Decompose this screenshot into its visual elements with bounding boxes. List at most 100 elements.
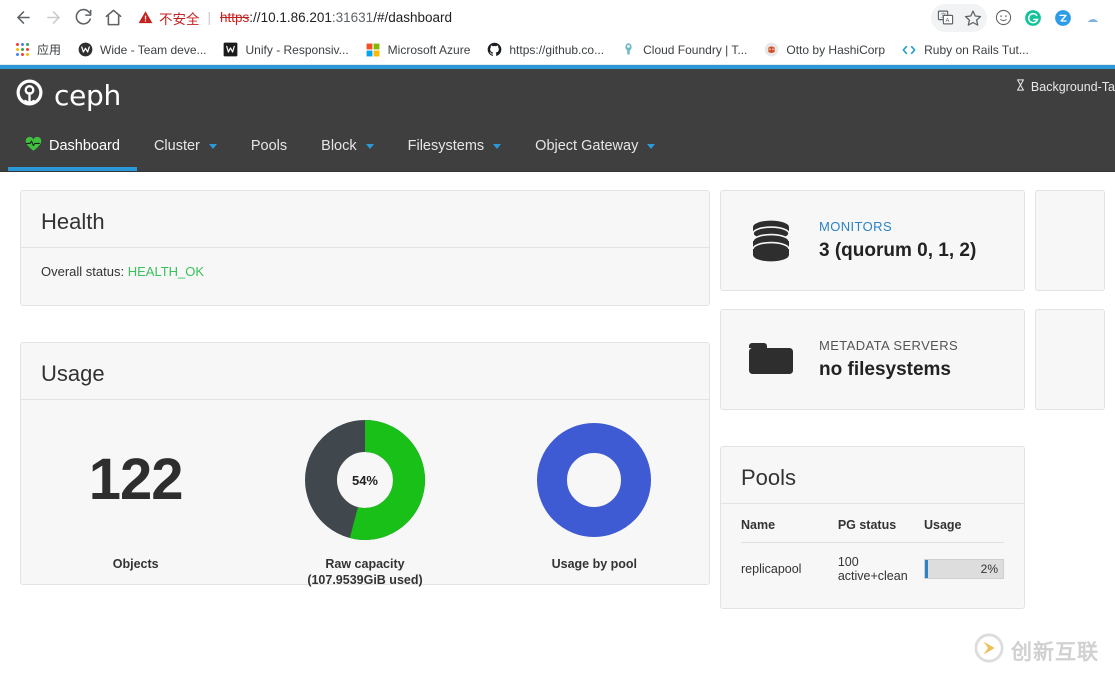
offscreen-tile-1[interactable]	[1035, 190, 1105, 291]
monitors-tile-text: MONITORS 3 (quorum 0, 1, 2)	[819, 219, 976, 262]
avatar-icon[interactable]	[1079, 4, 1107, 32]
nav-item-filesystems[interactable]: Filesystems	[391, 121, 519, 171]
bookmark-label: Otto by HashiCorp	[786, 43, 885, 57]
url-scheme: https	[220, 10, 249, 25]
database-stack-icon	[743, 215, 799, 267]
url-host: 10.1.86.201	[261, 10, 332, 25]
bookmark-label: Cloud Foundry | T...	[643, 43, 747, 57]
not-secure-label: 不安全	[159, 8, 200, 28]
bookmark-microsoft-azure[interactable]: Microsoft Azure	[357, 38, 479, 62]
pool-usage-bar: 2%	[924, 559, 1004, 579]
apps-grid-icon	[14, 42, 30, 58]
main-navigation: Dashboard Cluster Pools Block Filesystem…	[0, 121, 1115, 172]
dashboard-middle-column: MONITORS 3 (quorum 0, 1, 2) METADATA SER…	[710, 190, 1025, 609]
app-header: ceph Background-Ta	[0, 69, 1115, 121]
bookmark-label: Microsoft Azure	[388, 43, 471, 57]
code-brackets-icon	[901, 42, 917, 58]
monitors-heading[interactable]: MONITORS	[819, 219, 976, 234]
pools-col-name[interactable]: Name	[741, 504, 838, 543]
pool-usage-cell: 2%	[924, 543, 1004, 596]
metadata-servers-value: no filesystems	[819, 359, 958, 381]
raw-capacity-chart[interactable]: 54% Raw capacity (107.9539GiB used)	[250, 420, 479, 587]
objects-count: 122	[89, 420, 183, 540]
extension-circle-icon[interactable]	[989, 4, 1017, 32]
omnibox-divider: |	[208, 10, 212, 25]
objects-metric: 122 Objects	[21, 420, 250, 573]
offscreen-tile-2[interactable]	[1035, 309, 1105, 410]
heartbeat-icon	[25, 136, 42, 156]
nav-label: Cluster	[154, 138, 200, 154]
nav-item-pools[interactable]: Pools	[234, 121, 304, 171]
pocket-icon[interactable]	[1049, 4, 1077, 32]
pool-usage-bar-fill	[925, 560, 928, 578]
back-arrow-icon[interactable]	[8, 3, 38, 33]
bookmark-label: Ruby on Rails Tut...	[924, 43, 1029, 57]
background-tasks-label: Background-Ta	[1031, 80, 1115, 94]
health-status-badge: HEALTH_OK	[128, 264, 204, 279]
raw-capacity-sublabel: (107.9539GiB used)	[307, 573, 422, 587]
metadata-servers-tile[interactable]: METADATA SERVERS no filesystems	[720, 309, 1025, 410]
url-path: /#/dashboard	[373, 10, 452, 25]
usage-by-pool-label: Usage by pool	[552, 556, 637, 573]
bookmark-star-icon[interactable]	[959, 4, 987, 32]
pools-card: Pools Name PG status Usage	[720, 446, 1025, 609]
bookmark-unify[interactable]: Unify - Responsiv...	[215, 38, 357, 62]
bookmark-otto[interactable]: Otto by HashiCorp	[755, 38, 893, 62]
chevron-down-icon	[647, 144, 655, 149]
bookmark-wide[interactable]: Wide - Team deve...	[69, 38, 215, 62]
overall-status-label: Overall status:	[41, 264, 124, 279]
nav-label: Filesystems	[408, 138, 485, 154]
nav-label: Dashboard	[49, 138, 120, 154]
nav-item-object-gateway[interactable]: Object Gateway	[518, 121, 672, 171]
bookmark-ruby-on-rails[interactable]: Ruby on Rails Tut...	[893, 38, 1037, 62]
usage-by-pool-chart[interactable]: Usage by pool	[480, 420, 709, 573]
bookmark-cloud-foundry[interactable]: Cloud Foundry | T...	[612, 38, 755, 62]
usage-by-pool-donut	[534, 420, 654, 540]
dashboard-right-column	[1025, 190, 1105, 609]
grammarly-icon[interactable]	[1019, 4, 1047, 32]
dashboard-left-column: Health Overall status: HEALTH_OK Usage 1…	[0, 190, 710, 609]
home-icon[interactable]	[98, 3, 128, 33]
table-row[interactable]: replicapool 100 active+clean 2%	[741, 543, 1004, 596]
hourglass-icon	[1015, 79, 1026, 94]
bookmark-label: https://github.co...	[509, 43, 604, 57]
health-card-title: Health	[21, 191, 709, 248]
pool-usage-percent: 2%	[981, 562, 1003, 576]
chevron-down-icon	[493, 144, 501, 149]
reload-icon[interactable]	[68, 3, 98, 33]
github-icon	[486, 42, 502, 58]
bookmarks-bar: 应用 Wide - Team deve... Unify - Responsiv…	[0, 35, 1115, 65]
svg-text:A: A	[945, 18, 949, 24]
pools-table: Name PG status Usage replicapool 100 act…	[741, 504, 1004, 595]
metadata-servers-tile-text: METADATA SERVERS no filesystems	[819, 338, 958, 381]
nav-item-block[interactable]: Block	[304, 121, 390, 171]
otto-icon	[763, 42, 779, 58]
bookmark-github[interactable]: https://github.co...	[478, 38, 612, 62]
monitors-tile[interactable]: MONITORS 3 (quorum 0, 1, 2)	[720, 190, 1025, 291]
address-bar[interactable]: 不安全 | https://10.1.86.201:31631/#/dashbo…	[138, 4, 923, 32]
bookmark-apps[interactable]: 应用	[6, 38, 69, 62]
translate-icon[interactable]: 文A	[931, 4, 959, 32]
url-text[interactable]: https://10.1.86.201:31631/#/dashboard	[220, 10, 452, 25]
chevron-down-icon	[209, 144, 217, 149]
browser-toolbar-actions: 文A	[931, 4, 1107, 32]
pools-table-header-row: Name PG status Usage	[741, 504, 1004, 543]
ceph-logo[interactable]: ceph	[14, 77, 121, 113]
monitors-value: 3 (quorum 0, 1, 2)	[819, 240, 976, 262]
objects-label: Objects	[113, 556, 159, 573]
forward-arrow-icon[interactable]	[38, 3, 68, 33]
background-tasks-indicator[interactable]: Background-Ta	[1015, 79, 1115, 94]
bookmark-label: Wide - Team deve...	[100, 43, 207, 57]
pools-col-pg-status[interactable]: PG status	[838, 504, 924, 543]
folder-icon	[743, 336, 799, 384]
unify-icon	[223, 42, 239, 58]
pools-card-title: Pools	[721, 447, 1024, 504]
pool-name-cell: replicapool	[741, 543, 838, 596]
bookmark-label: 应用	[37, 41, 61, 58]
nav-item-cluster[interactable]: Cluster	[137, 121, 234, 171]
browser-toolbar: 不安全 | https://10.1.86.201:31631/#/dashbo…	[0, 0, 1115, 35]
pools-col-usage[interactable]: Usage	[924, 504, 1004, 543]
usage-card: Usage 122 Objects	[20, 342, 710, 585]
nav-item-dashboard[interactable]: Dashboard	[8, 121, 137, 171]
microsoft-icon	[365, 42, 381, 58]
